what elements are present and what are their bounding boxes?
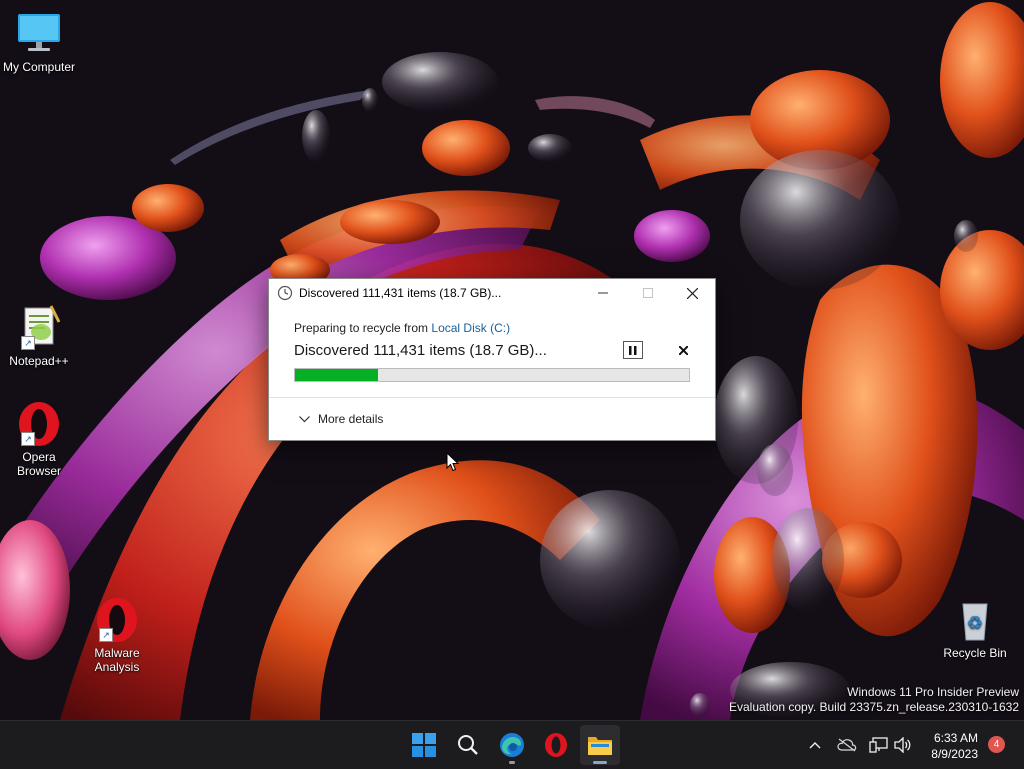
network-status[interactable] bbox=[868, 735, 890, 755]
edge-icon bbox=[500, 733, 524, 757]
dialog-title: Discovered 111,431 items (18.7 GB)... bbox=[299, 286, 502, 300]
monitor-icon bbox=[15, 10, 63, 58]
opera-icon: ↗ bbox=[15, 400, 63, 448]
maximize-icon bbox=[642, 288, 653, 298]
desktop-icon-label: Malware Analysis bbox=[94, 646, 140, 674]
notepad-plus-plus-icon: ↗ bbox=[15, 304, 63, 352]
shortcut-arrow-icon: ↗ bbox=[21, 336, 35, 350]
notification-badge[interactable]: 4 bbox=[988, 736, 1005, 753]
running-indicator bbox=[509, 761, 515, 764]
cloud-sync-status[interactable] bbox=[836, 735, 858, 755]
close-icon bbox=[678, 344, 689, 356]
shortcut-arrow-icon: ↗ bbox=[21, 432, 35, 446]
svg-text:♻: ♻ bbox=[967, 613, 983, 634]
windows-logo-icon bbox=[412, 733, 436, 757]
cancel-operation-button[interactable] bbox=[678, 342, 689, 359]
source-link[interactable]: Local Disk (C:) bbox=[431, 321, 510, 335]
more-details-toggle[interactable]: More details bbox=[299, 412, 383, 426]
desktop-icon-label: My Computer bbox=[2, 60, 76, 74]
volume-control[interactable] bbox=[892, 735, 914, 755]
watermark-line-2: Evaluation copy. Build 23375.zn_release.… bbox=[729, 700, 1019, 714]
more-details-label: More details bbox=[318, 412, 384, 426]
clock[interactable]: 6:33 AM 8/9/2023 bbox=[931, 730, 978, 762]
progress-fill bbox=[295, 369, 378, 381]
notepad-plus-plus-desktop-icon[interactable]: ↗ Notepad++ bbox=[0, 304, 78, 368]
clock-time: 6:33 AM bbox=[933, 731, 978, 745]
search-button[interactable] bbox=[448, 725, 488, 765]
progress-bar bbox=[294, 368, 690, 382]
dialog-titlebar[interactable]: Discovered 111,431 items (18.7 GB)... bbox=[269, 279, 715, 307]
recycle-progress-dialog[interactable]: Discovered 111,431 items (18.7 GB)... Pr… bbox=[268, 278, 716, 441]
minimize-icon bbox=[597, 292, 608, 294]
taskbar-edge-button[interactable] bbox=[492, 725, 532, 765]
mouse-cursor-icon bbox=[446, 452, 460, 472]
status-text: Discovered 111,431 items (18.7 GB)... bbox=[294, 341, 547, 359]
show-hidden-icons-button[interactable] bbox=[804, 735, 826, 755]
desktop[interactable]: My Computer ↗ Notepad++ ↗ Opera Browser bbox=[0, 0, 1024, 720]
opera-icon bbox=[545, 733, 567, 757]
close-icon bbox=[687, 287, 698, 299]
desktop-icon-label: Notepad++ bbox=[9, 354, 69, 368]
os-watermark: Windows 11 Pro Insider Preview Evaluatio… bbox=[729, 685, 1019, 715]
search-icon bbox=[458, 735, 478, 755]
close-button[interactable] bbox=[670, 279, 715, 307]
chevron-up-icon bbox=[809, 742, 821, 749]
pause-button[interactable] bbox=[623, 341, 643, 359]
folder-icon bbox=[588, 737, 612, 755]
maximize-button bbox=[625, 279, 670, 307]
source-line: Preparing to recycle from Local Disk (C:… bbox=[294, 321, 690, 335]
chevron-down-icon bbox=[299, 415, 310, 422]
active-indicator bbox=[593, 761, 607, 764]
opera-browser-desktop-icon[interactable]: ↗ Opera Browser bbox=[0, 400, 78, 478]
speaker-icon bbox=[894, 737, 911, 753]
taskbar-file-explorer-button[interactable] bbox=[580, 725, 620, 765]
minimize-button[interactable] bbox=[580, 279, 625, 307]
network-icon bbox=[869, 737, 888, 753]
taskbar-opera-button[interactable] bbox=[536, 725, 576, 765]
opera-icon: ↗ bbox=[93, 596, 141, 644]
shortcut-arrow-icon: ↗ bbox=[99, 628, 113, 642]
dialog-divider bbox=[269, 397, 715, 398]
taskbar[interactable]: 6:33 AM 8/9/2023 4 bbox=[0, 720, 1024, 769]
clock-icon bbox=[277, 285, 293, 301]
start-button[interactable] bbox=[404, 725, 444, 765]
source-prefix: Preparing to recycle from bbox=[294, 321, 432, 335]
cloud-off-icon bbox=[837, 738, 857, 752]
malware-analysis-desktop-icon[interactable]: ↗ Malware Analysis bbox=[78, 596, 156, 674]
my-computer-desktop-icon[interactable]: My Computer bbox=[0, 10, 78, 74]
pause-icon bbox=[629, 345, 637, 355]
clock-date: 8/9/2023 bbox=[931, 747, 978, 761]
watermark-line-1: Windows 11 Pro Insider Preview bbox=[847, 685, 1019, 699]
recycle-bin-desktop-icon[interactable]: ♻ Recycle Bin bbox=[936, 596, 1014, 660]
desktop-icon-label: Recycle Bin bbox=[943, 646, 1007, 660]
recycle-bin-icon: ♻ bbox=[951, 596, 999, 644]
desktop-icon-label: Opera Browser bbox=[16, 450, 61, 478]
